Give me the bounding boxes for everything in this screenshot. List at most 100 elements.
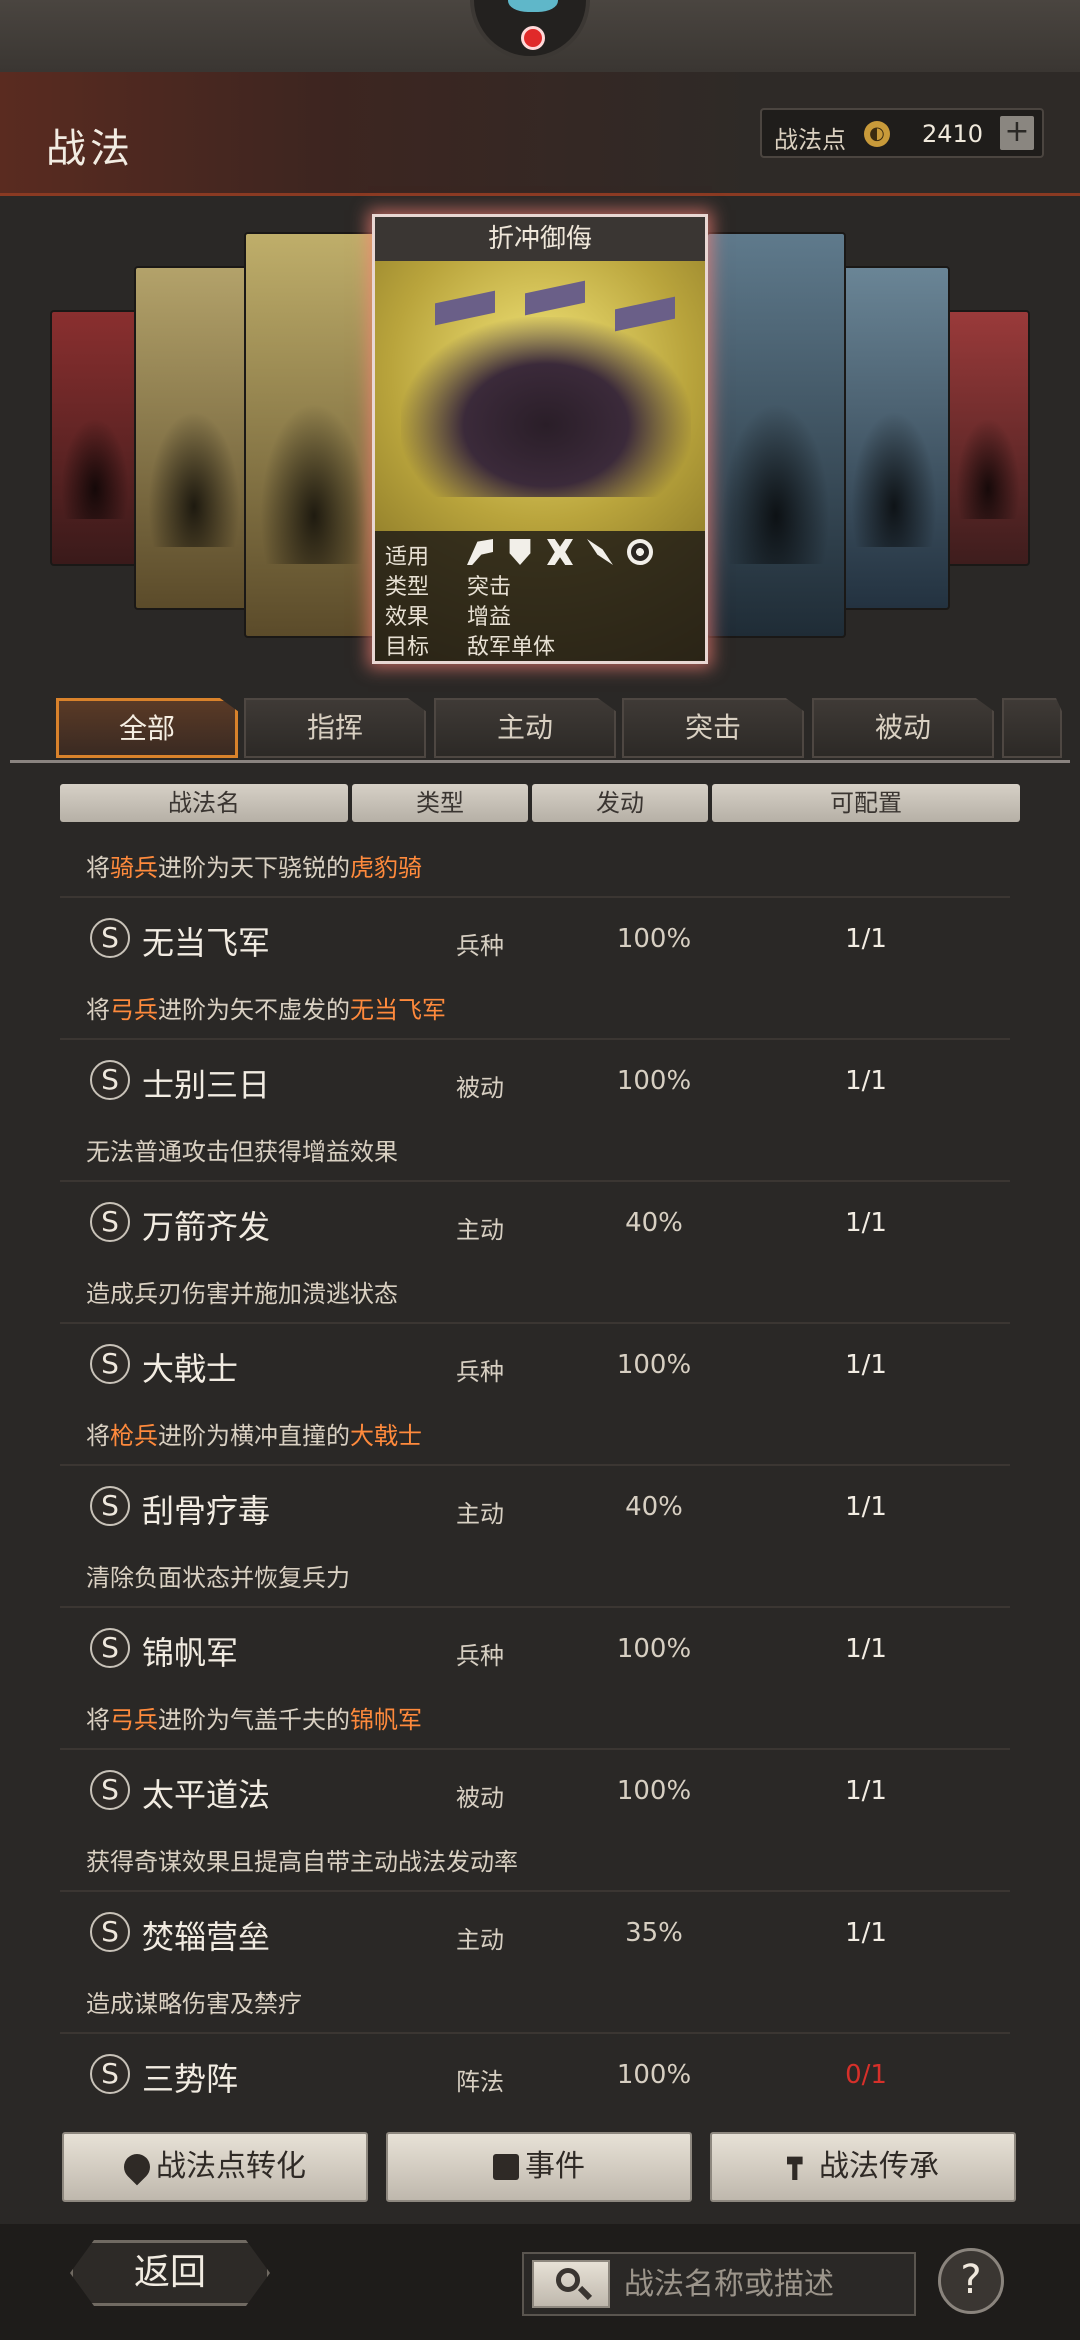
tactic-rate: 100% bbox=[616, 1350, 692, 1380]
top-bar bbox=[0, 0, 1080, 72]
filter-tabs: 全部 指挥 主动 突击 被动 bbox=[0, 692, 1080, 762]
carousel-card[interactable] bbox=[706, 232, 846, 638]
search-input[interactable] bbox=[624, 2260, 904, 2308]
tab-all[interactable]: 全部 bbox=[56, 698, 238, 758]
item-description: 将骑兵进阶为天下骁锐的虎豹骑 bbox=[86, 854, 422, 882]
back-button[interactable]: 返回 bbox=[70, 2240, 270, 2306]
tactic-points-icon: ◐ bbox=[864, 121, 890, 147]
tactic-config: 1/1 bbox=[845, 1776, 887, 1806]
grade-badge: S bbox=[90, 918, 130, 958]
tactic-rate: 35% bbox=[625, 1918, 683, 1948]
card-illustration bbox=[401, 317, 691, 497]
column-configurable[interactable]: 可配置 bbox=[712, 784, 1020, 822]
wheel-icon bbox=[627, 539, 653, 565]
tactic-name: 万箭齐发 bbox=[142, 1208, 271, 1246]
target-value: 敌军单体 bbox=[467, 635, 556, 660]
search-button[interactable] bbox=[532, 2260, 610, 2308]
featured-card-info: 适用 类型 突击 效果 增益 目标 敌军单体 bbox=[375, 531, 705, 661]
unit-icons bbox=[467, 539, 653, 565]
help-button[interactable]: ? bbox=[938, 2248, 1004, 2314]
tactic-type: 被动 bbox=[456, 1784, 504, 1812]
effect-label: 效果 bbox=[385, 605, 430, 630]
grade-badge: S bbox=[90, 1628, 130, 1668]
list-item[interactable]: S 万箭齐发 主动 40% 1/1 造成兵刃伤害并施加溃逃状态 bbox=[60, 1180, 1010, 1322]
item-description: 清除负面状态并恢复兵力 bbox=[86, 1564, 350, 1592]
tactic-config: 0/1 bbox=[845, 2060, 887, 2090]
list-item[interactable]: S 三势阵 阵法 100% 0/1 bbox=[60, 2032, 1010, 2124]
search-icon bbox=[556, 2268, 580, 2292]
tactic-type: 主动 bbox=[456, 1216, 504, 1244]
grade-badge: S bbox=[90, 1486, 130, 1526]
tab-passive[interactable]: 被动 bbox=[812, 698, 994, 758]
tab-active[interactable]: 主动 bbox=[434, 698, 616, 758]
bottom-bar: 返回 ? bbox=[0, 2224, 1080, 2340]
effect-value: 增益 bbox=[467, 605, 512, 630]
featured-tactic-card[interactable]: 折冲御侮 适用 类型 突击 效果 增益 目标 敌军单体 bbox=[372, 214, 708, 664]
tactic-rate: 100% bbox=[616, 2060, 692, 2090]
column-name[interactable]: 战法名 bbox=[60, 784, 348, 822]
list-item[interactable]: S 士别三日 被动 100% 1/1 无法普通攻击但获得增益效果 bbox=[60, 1038, 1010, 1180]
tab-more[interactable] bbox=[1002, 698, 1062, 758]
tactic-config: 1/1 bbox=[845, 1918, 887, 1948]
spear-icon bbox=[587, 539, 613, 565]
grade-badge: S bbox=[90, 1770, 130, 1810]
avatar-bird-icon bbox=[508, 0, 558, 12]
tactic-rate: 100% bbox=[616, 1776, 692, 1806]
list-item[interactable]: S 大戟士 兵种 100% 1/1 将枪兵进阶为横冲直撞的大戟士 bbox=[60, 1322, 1010, 1464]
tactic-name: 士别三日 bbox=[142, 1066, 271, 1104]
list-item[interactable]: S 太平道法 被动 100% 1/1 获得奇谋效果且提高自带主动战法发动率 bbox=[60, 1748, 1010, 1890]
inherit-tactic-button[interactable]: 战法传承 bbox=[710, 2132, 1016, 2202]
grade-badge: S bbox=[90, 1060, 130, 1100]
tactic-name: 大戟士 bbox=[142, 1350, 239, 1388]
list-item[interactable]: S 焚辎营垒 主动 35% 1/1 造成谋略伤害及禁疗 bbox=[60, 1890, 1010, 2032]
tactic-name: 刮骨疗毒 bbox=[142, 1492, 271, 1530]
carousel-card[interactable] bbox=[134, 266, 254, 610]
tactic-config: 1/1 bbox=[845, 1066, 887, 1096]
type-value: 突击 bbox=[467, 575, 512, 600]
column-trigger[interactable]: 发动 bbox=[532, 784, 708, 822]
tactic-rate: 40% bbox=[625, 1492, 683, 1522]
item-description: 将弓兵进阶为气盖千夫的锦帆军 bbox=[86, 1706, 422, 1734]
convert-points-button[interactable]: 战法点转化 bbox=[62, 2132, 368, 2202]
tactic-rate: 100% bbox=[616, 1634, 692, 1664]
item-description: 将弓兵进阶为矢不虚发的无当飞军 bbox=[86, 996, 446, 1024]
tactic-config: 1/1 bbox=[845, 1634, 887, 1664]
tactic-config: 1/1 bbox=[845, 1492, 887, 1522]
grade-badge: S bbox=[90, 1202, 130, 1242]
hammer-icon bbox=[787, 2156, 803, 2180]
tactic-rate: 40% bbox=[625, 1208, 683, 1238]
grade-badge: S bbox=[90, 1344, 130, 1384]
add-points-button[interactable]: + bbox=[1000, 116, 1034, 150]
tactic-list[interactable]: 将骑兵进阶为天下骁锐的虎豹骑 S 无当飞军 兵种 100% 1/1 将弓兵进阶为… bbox=[60, 834, 1010, 2124]
events-button[interactable]: 事件 bbox=[386, 2132, 692, 2202]
banner-art bbox=[525, 280, 585, 316]
tactic-points-label: 战法点 bbox=[774, 126, 846, 154]
carousel-card[interactable] bbox=[50, 310, 140, 566]
list-item[interactable]: S 无当飞军 兵种 100% 1/1 将弓兵进阶为矢不虚发的无当飞军 bbox=[60, 896, 1010, 1038]
axe-icon bbox=[467, 539, 493, 565]
shield-icon bbox=[509, 539, 531, 565]
tab-assault[interactable]: 突击 bbox=[622, 698, 804, 758]
tactic-name: 锦帆军 bbox=[142, 1634, 239, 1672]
avatar[interactable] bbox=[470, 0, 590, 60]
tactic-type: 被动 bbox=[456, 1074, 504, 1102]
carousel-card[interactable] bbox=[244, 232, 384, 638]
search-box bbox=[522, 2252, 916, 2316]
tactic-type: 兵种 bbox=[456, 932, 504, 960]
tactic-rate: 100% bbox=[616, 924, 692, 954]
card-carousel[interactable]: 折冲御侮 适用 类型 突击 效果 增益 目标 敌军单体 bbox=[0, 196, 1080, 686]
column-type[interactable]: 类型 bbox=[352, 784, 528, 822]
action-bar: 战法点转化 事件 战法传承 bbox=[0, 2124, 1080, 2220]
featured-card-title: 折冲御侮 bbox=[375, 217, 705, 261]
applicable-label: 适用 bbox=[385, 545, 430, 570]
list-item[interactable]: S 刮骨疗毒 主动 40% 1/1 清除负面状态并恢复兵力 bbox=[60, 1464, 1010, 1606]
list-item[interactable]: S 锦帆军 兵种 100% 1/1 将弓兵进阶为气盖千夫的锦帆军 bbox=[60, 1606, 1010, 1748]
tactic-type: 兵种 bbox=[456, 1358, 504, 1386]
tactic-name: 太平道法 bbox=[142, 1776, 271, 1814]
tactic-rate: 100% bbox=[616, 1066, 692, 1096]
tab-command[interactable]: 指挥 bbox=[244, 698, 426, 758]
carousel-card[interactable] bbox=[946, 310, 1030, 566]
carousel-card[interactable] bbox=[838, 266, 950, 610]
header: 战法 战法点 ◐ 2410 + bbox=[0, 72, 1080, 196]
tactic-config: 1/1 bbox=[845, 1350, 887, 1380]
